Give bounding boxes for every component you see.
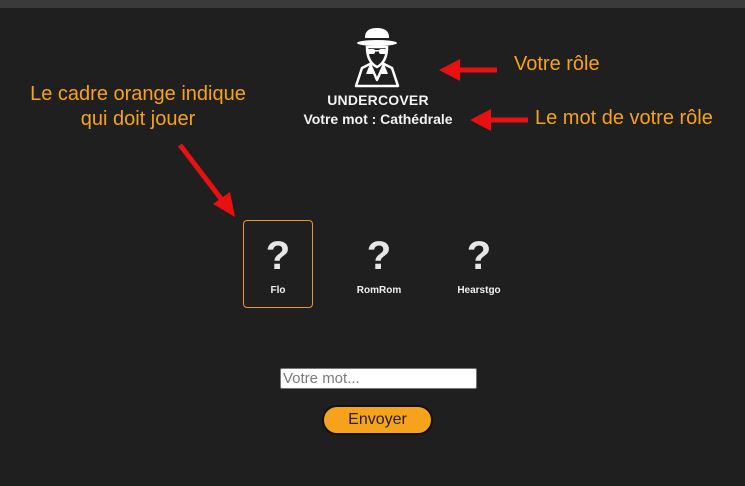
player-name: RomRom bbox=[356, 285, 402, 296]
player-name: Hearstgo bbox=[457, 285, 501, 296]
role-name: UNDERCOVER bbox=[327, 92, 429, 108]
annotation-frame-line1: Le cadre orange indique bbox=[30, 83, 246, 105]
player-card-flo[interactable]: ? Flo bbox=[243, 220, 313, 308]
word-input[interactable] bbox=[280, 368, 477, 389]
annotation-role: Votre rôle bbox=[514, 53, 600, 75]
arrow-to-active-player bbox=[178, 143, 235, 217]
question-mark-icon: ? bbox=[265, 234, 291, 278]
question-mark-icon: ? bbox=[466, 234, 492, 278]
game-screen: UNDERCOVER Votre mot : Cathédrale Votre … bbox=[0, 0, 745, 486]
role-word: Votre mot : Cathédrale bbox=[303, 111, 453, 127]
annotation-frame-line2: qui doit jouer bbox=[80, 108, 196, 130]
browser-top-bar bbox=[0, 0, 745, 8]
arrow-to-role-icon bbox=[439, 59, 497, 81]
annotation-word: Le mot de votre rôle bbox=[535, 107, 713, 129]
annotation-frame: Le cadre orange indique qui doit jouer bbox=[10, 82, 266, 132]
player-card-romrom[interactable]: ? RomRom bbox=[344, 220, 414, 308]
question-mark-icon: ? bbox=[366, 234, 392, 278]
player-card-hearstgo[interactable]: ? Hearstgo bbox=[444, 220, 514, 308]
player-name: Flo bbox=[270, 285, 286, 296]
spy-icon bbox=[354, 28, 400, 88]
send-button[interactable]: Envoyer bbox=[322, 405, 433, 435]
